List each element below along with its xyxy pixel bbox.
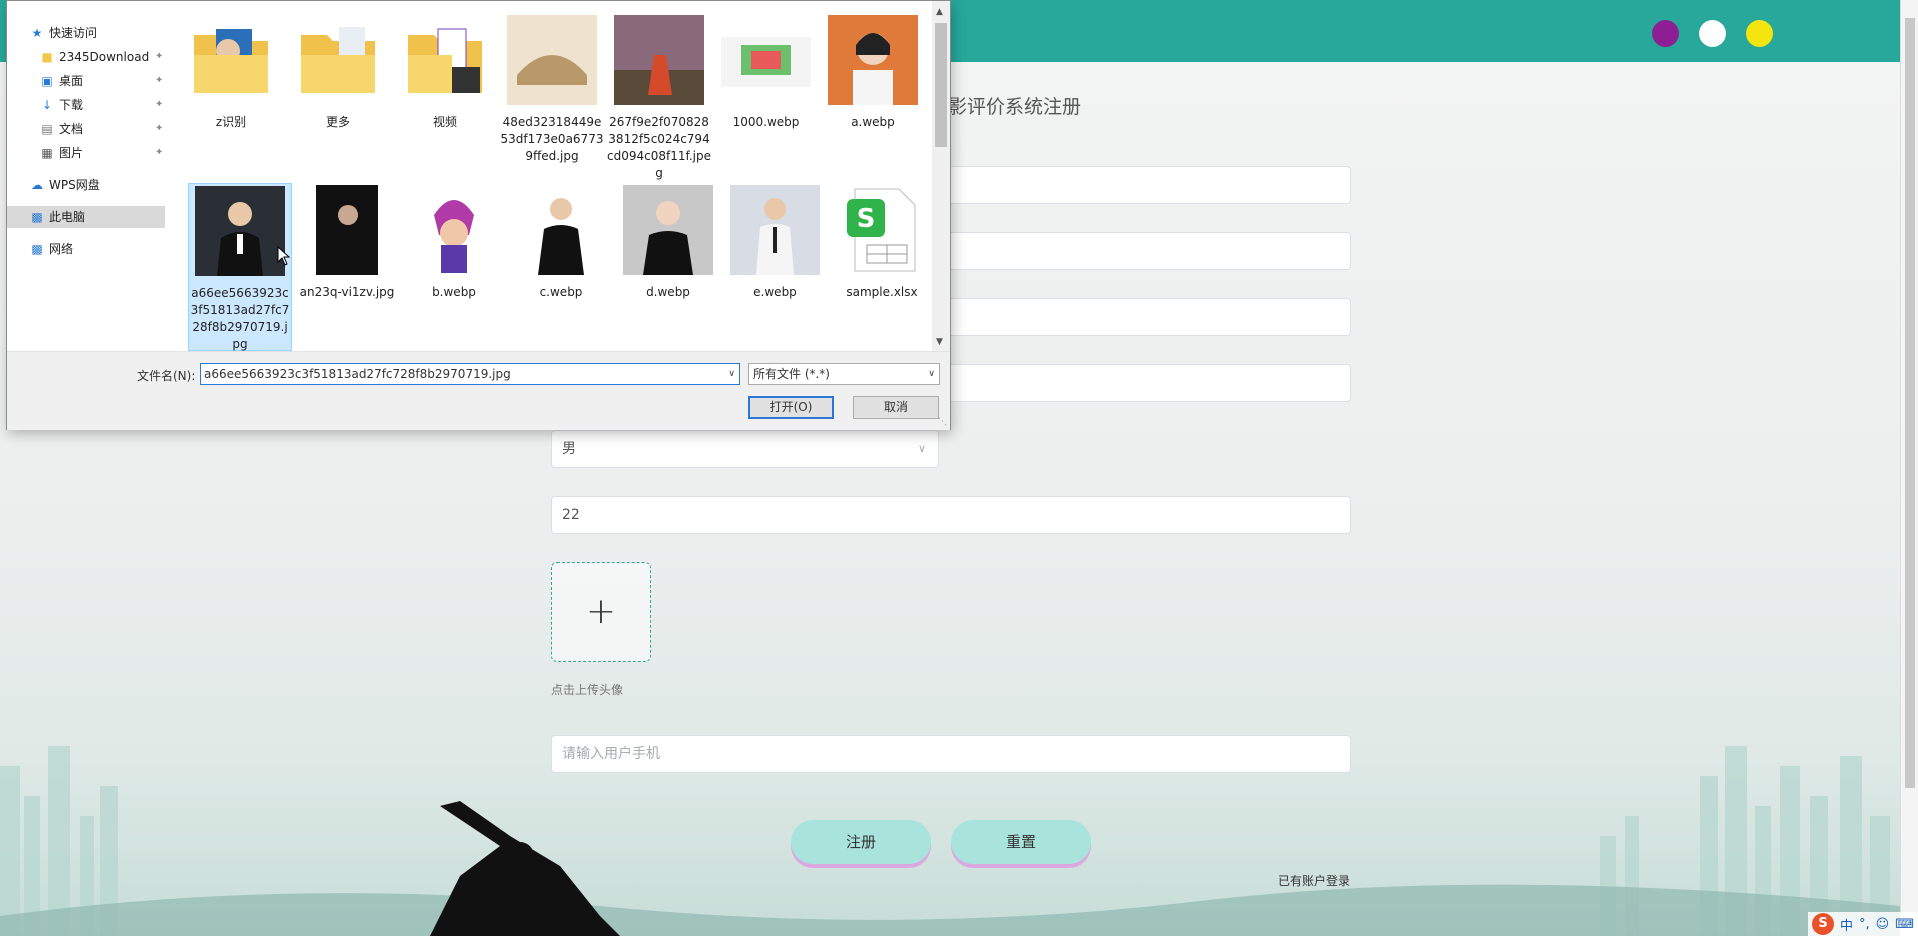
file-item[interactable]: 1000.webp [714,1,818,131]
age-value: 22 [562,507,580,523]
register-button[interactable]: 注册 [791,820,931,864]
file-open-dialog: ★ 快速访问 ■ 2345Download ✦ ▣ 桌面 ✦ ↓ 下载 ✦ ▤ 文档 ✦ ▦ 图片 ✦… [6,0,951,430]
file-item[interactable]: 267f9e2f0708283812f5c024c794cd094c08f11f… [607,1,711,182]
computer-icon: ▩ [31,210,43,224]
image-thumbnail [316,185,378,275]
file-grid-scrollbar[interactable]: ▲ ▼ [932,1,950,351]
image-thumbnail [409,185,499,275]
filename-input[interactable]: a66ee5663923c3f51813ad27fc728f8b2970719.… [200,363,740,385]
scroll-down-icon[interactable]: ▼ [936,337,943,347]
filename-label: 文件名(N): [137,369,196,383]
file-item[interactable]: c.webp [509,171,613,301]
chevron-down-icon[interactable]: ∨ [928,364,935,384]
filetype-select[interactable]: 所有文件 (*.*) ∨ [748,363,940,385]
file-item[interactable]: 更多 [286,1,390,131]
file-item-selected[interactable]: a66ee5663923c3f51813ad27fc728f8b2970719.… [188,183,292,351]
image-thumbnail [730,185,820,275]
nav-pictures[interactable]: ▦ 图片 ✦ [39,142,165,164]
filetype-value: 所有文件 (*.*) [753,367,830,381]
image-thumbnail [195,186,285,276]
age-input[interactable]: 22 [551,496,1351,534]
image-thumbnail [721,37,811,87]
ime-mode[interactable]: 中 [1840,915,1853,934]
nav-wps-cloud[interactable]: ☁ WPS网盘 [29,174,100,196]
file-item[interactable]: d.webp [616,171,720,301]
pin-icon: ✦ [155,99,164,110]
image-thumbnail [828,15,918,105]
folder-icon [301,27,375,93]
gender-select[interactable]: 男 ∨ [551,430,939,468]
plus-icon: + [585,591,617,632]
file-item[interactable]: 视频 [393,1,497,131]
nav-desktop[interactable]: ▣ 桌面 ✦ [39,70,165,92]
file-item[interactable]: e.webp [723,171,827,301]
nav-downloads[interactable]: ↓ 下载 ✦ [39,94,165,116]
chevron-down-icon: ∨ [917,442,926,455]
filename-value: a66ee5663923c3f51813ad27fc728f8b2970719.… [204,367,511,381]
login-link[interactable]: 已有账户登录 [1278,872,1350,889]
keyboard-icon[interactable]: ⌨ [1895,917,1914,932]
resize-grip-icon[interactable]: ⋱ [938,417,947,427]
image-thumbnail [516,185,606,275]
file-item[interactable]: an23q-vi1zv.jpg [295,171,399,301]
file-grid-scrollbar-thumb[interactable] [935,23,947,147]
file-grid: z识别 更多 视频 48ed32318449e53df173e0a67739ff… [171,1,931,351]
phone-placeholder: 请输入用户手机 [562,746,660,762]
document-icon: ▤ [41,122,53,136]
nav-documents[interactable]: ▤ 文档 ✦ [39,118,165,140]
gender-value: 男 [562,441,576,457]
pin-icon: ✦ [155,51,164,62]
file-item[interactable]: S sample.xlsx [830,171,931,301]
image-thumbnail [623,185,713,275]
image-thumbnail [507,15,597,105]
network-icon: ▩ [31,242,43,256]
pin-icon: ✦ [155,147,164,158]
download-icon: ↓ [41,98,53,112]
file-item[interactable]: 48ed32318449e53df173e0a67739ffed.jpg [500,1,604,165]
desktop-icon: ▣ [41,74,53,88]
sogou-logo-icon[interactable]: S [1812,913,1835,935]
nav-quick-access[interactable]: ★ 快速访问 [29,22,97,44]
svg-text:S: S [857,204,876,234]
white-dot[interactable] [1699,20,1726,47]
nav-network[interactable]: ▩ 网络 [29,238,73,260]
chevron-down-icon[interactable]: ∨ [728,364,735,384]
ime-tray: S 中 °, ☺ ⌨ [1808,912,1918,936]
page-scrollbar[interactable] [1900,0,1918,936]
phone-input[interactable]: 请输入用户手机 [551,735,1351,773]
file-item[interactable]: b.webp [402,171,506,301]
file-item[interactable]: z识别 [179,1,283,131]
mouse-cursor-icon [277,246,291,266]
picture-icon: ▦ [41,146,53,160]
scroll-up-icon[interactable]: ▲ [936,7,943,17]
cloud-icon: ☁ [31,178,43,192]
page-title: 影评价系统注册 [948,96,1082,118]
open-button[interactable]: 打开(O) [748,396,834,419]
image-thumbnail [614,15,704,105]
reset-button[interactable]: 重置 [951,820,1091,864]
nav-pane: ★ 快速访问 ■ 2345Download ✦ ▣ 桌面 ✦ ↓ 下载 ✦ ▤ 文档 ✦ ▦ 图片 ✦… [7,1,165,351]
upload-tip: 点击上传头像 [551,683,624,697]
emoji-icon[interactable]: ☺ [1876,917,1890,932]
star-icon: ★ [31,26,43,40]
pin-icon: ✦ [155,75,164,86]
dialog-footer: 文件名(N): a66ee5663923c3f51813ad27fc728f8b… [7,351,950,430]
ime-punct[interactable]: °, [1859,917,1870,932]
folder-icon [408,28,482,93]
pin-icon: ✦ [155,123,164,134]
page-scrollbar-thumb[interactable] [1905,18,1915,788]
nav-2345download[interactable]: ■ 2345Download ✦ [39,46,165,68]
folder-icon: ■ [41,50,53,64]
yellow-dot[interactable] [1746,20,1773,47]
file-item[interactable]: a.webp [821,1,925,131]
nav-this-pc[interactable]: ▩ 此电脑 [7,206,165,228]
purple-dot[interactable] [1652,20,1679,47]
folder-icon [194,29,268,93]
cancel-button[interactable]: 取消 [853,396,939,419]
spreadsheet-icon: S [847,188,916,272]
avatar-upload[interactable]: + [551,562,651,662]
